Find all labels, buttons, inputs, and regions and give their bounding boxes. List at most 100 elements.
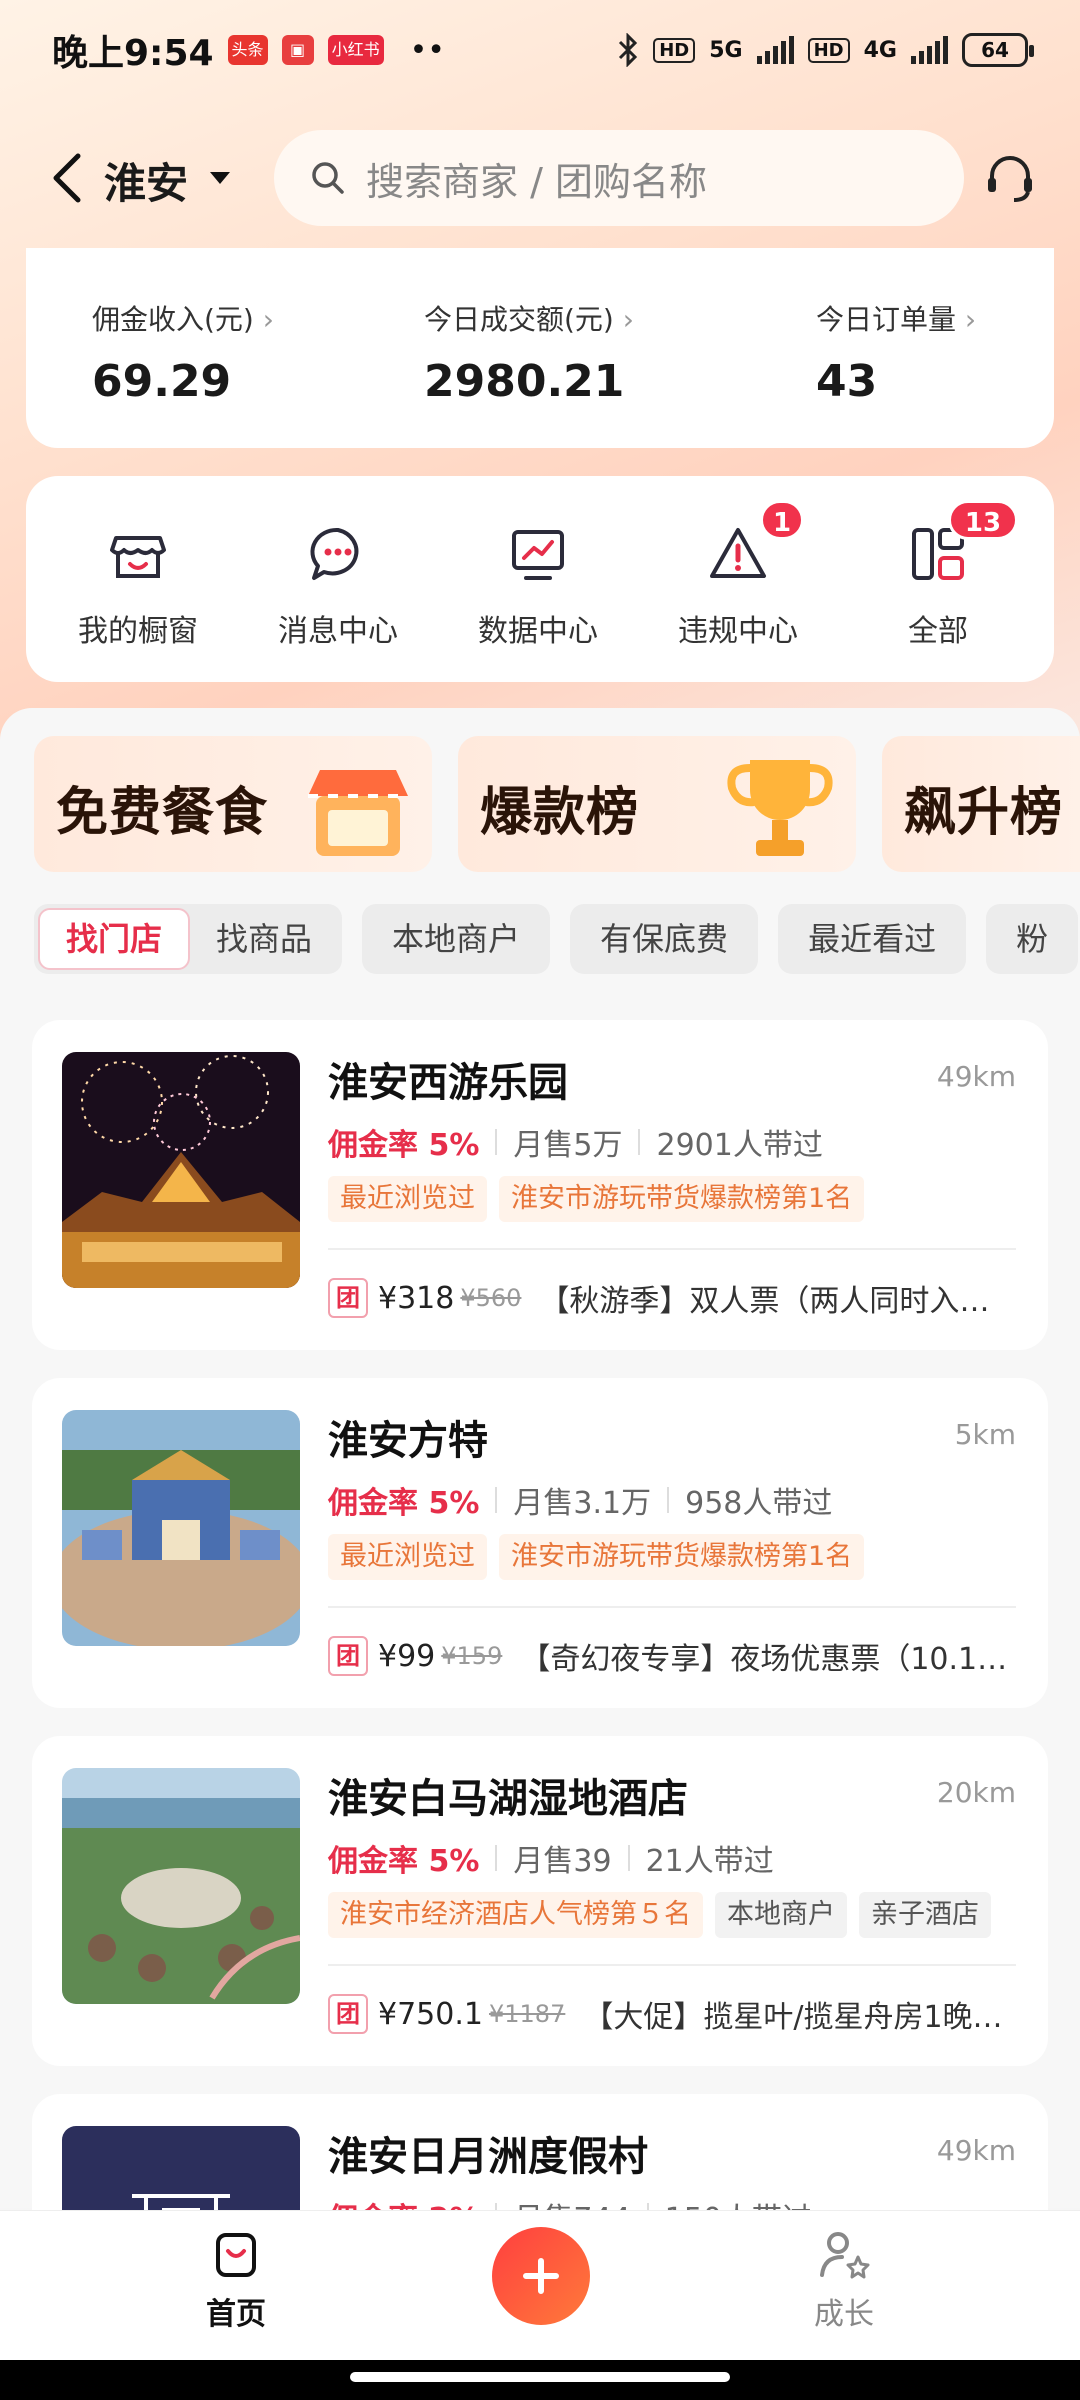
customer-service-icon[interactable] [982,150,1038,206]
quick-item-label: 全部 [908,614,968,649]
bluetooth-icon [619,33,638,67]
group-deal[interactable]: 团 ¥318 ¥560 【秋游季】双人票（两人同时入园） [328,1276,1016,1320]
quick-item-label: 消息中心 [278,614,398,649]
quick-item-all[interactable]: 13 全部 [848,500,1028,650]
store-distance: 5km [954,1418,1016,1451]
store-card[interactable]: 淮安西游乐园 49km 佣金率 5% 月售5万 2901人带过 最近浏览过 淮安… [32,1020,1048,1350]
network-type-1: 5G [709,37,743,63]
commission-rate: 佣金率 5% [328,1844,480,1879]
chip-fans[interactable]: 粉 [986,904,1079,974]
network-type-2: 4G [863,37,897,63]
all-count-badge: 13 [948,500,1018,540]
store-thumbnail [62,1052,300,1288]
banner-title: 飙升榜 [904,783,1064,843]
tab-find-product[interactable]: 找商品 [190,908,338,970]
status-time: 晚上9:54 [52,33,214,74]
divider [328,1964,1016,1966]
commission-rate: 佣金率 5% [328,1486,480,1521]
store-meta: 佣金率 2% 月售744 150人带过 [328,2194,812,2210]
divider [495,2203,498,2210]
store-distance: 20km [936,1776,1016,1809]
add-button[interactable] [492,2227,590,2325]
trophy-icon [727,760,833,856]
group-deal[interactable]: 团 ¥99 ¥159 【奇幻夜专享】夜场优惠票（10.1… [328,1634,1016,1678]
deal-price: ¥99 [378,1638,436,1674]
store-tags: 淮安市经济酒店人气榜第５名 本地商户 亲子酒店 [328,1892,991,1938]
quick-item-message-center[interactable]: 消息中心 [248,522,428,650]
promoter-count: 150人带过 [665,2194,812,2210]
store-name: 淮安白马湖湿地酒店 [328,1776,688,1822]
nav-home[interactable]: 首页 [186,2229,286,2333]
store-meta: 佣金率 5% 月售39 21人带过 [328,1836,774,1880]
today-orders-stat[interactable]: 今日订单量 43 [816,298,976,407]
back-arrow-icon[interactable] [50,152,84,204]
tag: 最近浏览过 [328,1176,487,1222]
store-card[interactable]: 淮安白马湖湿地酒店 20km 佣金率 5% 月售39 21人带过 淮安市经济酒店… [32,1736,1048,2066]
tag: 最近浏览过 [328,1534,487,1580]
battery-icon: 64 [962,33,1034,67]
gesture-bar [0,2360,1080,2400]
hd-icon-2: HD [807,37,850,63]
commission-rate: 佣金率 5% [328,1128,480,1163]
tag: 淮安市游玩带货爆款榜第1名 [499,1534,865,1580]
quick-item-my-showcase[interactable]: 我的橱窗 [48,522,228,650]
group-buy-icon: 团 [328,1278,368,1318]
deal-original-price: ¥1187 [488,2000,566,2028]
home-bag-icon [216,2233,256,2277]
growth-person-star-icon [820,2232,870,2279]
promoter-count: 21人带过 [645,1844,774,1879]
deal-title: 【大促】揽星叶/揽星舟房1晚… [583,2000,1003,2035]
search-input[interactable]: 搜索商家 / 团购名称 [274,130,964,226]
monthly-sales: 月售5万 [513,1128,623,1163]
store-distance: 49km [936,2134,1016,2167]
store-card[interactable]: 淮安日月洲度假村 49km 佣金率 2% 月售744 150人带过 [32,2094,1048,2210]
more-notifications-icon: •• [409,32,445,68]
store-meta: 佣金率 5% 月售3.1万 958人带过 [328,1478,832,1522]
commission-income-stat[interactable]: 佣金收入(元) 69.29 [92,298,274,407]
chip-local-merchant[interactable]: 本地商户 [362,904,551,974]
store-distance: 49km [936,1060,1016,1093]
filter-chips: 找门店 找商品 本地商户 有保底费 最近看过 粉 [34,904,1079,974]
banner-hot-list[interactable]: 爆款榜 [458,736,856,872]
hd-icon: HD [653,37,696,63]
chart-monitor-icon [512,530,564,580]
store-card[interactable]: 淮安方特 5km 佣金率 5% 月售3.1万 958人带过 最近浏览过 淮安市游… [32,1378,1048,1708]
group-deal[interactable]: 团 ¥750.1 ¥1187 【大促】揽星叶/揽星舟房1晚… [328,1992,1016,2036]
quick-item-label: 我的橱窗 [78,614,198,649]
nav-growth[interactable]: 成长 [794,2229,894,2333]
store-meta: 佣金率 5% 月售5万 2901人带过 [328,1120,823,1164]
tag: 淮安市游玩带货爆款榜第1名 [499,1176,865,1222]
chat-bubble-icon [310,527,359,580]
store-thumbnail [62,2126,300,2210]
divider [495,1487,498,1513]
monthly-sales: 月售744 [513,2194,630,2210]
tag: 亲子酒店 [859,1892,991,1938]
today-gmv-stat[interactable]: 今日成交额(元) 2980.21 [424,298,634,407]
store-product-toggle: 找门店 找商品 [34,904,343,974]
deal-price: ¥318 [378,1280,455,1316]
bottom-nav: 首页 成长 [0,2210,1080,2360]
quick-item-label: 数据中心 [478,614,598,649]
store-name: 淮安西游乐园 [328,1060,568,1106]
chevron-down-icon[interactable] [210,172,230,184]
stat-label: 今日订单量 [816,298,976,338]
quick-item-data-center[interactable]: 数据中心 [448,522,628,650]
chip-guaranteed-fee[interactable]: 有保底费 [570,904,759,974]
divider [495,1845,498,1871]
store-thumbnail [62,1410,300,1646]
city-selector[interactable]: 淮安 [104,150,188,211]
tab-find-store[interactable]: 找门店 [38,908,191,970]
tag: 本地商户 [715,1892,847,1938]
chip-recently-viewed[interactable]: 最近看过 [778,904,967,974]
storefront-icon [110,536,166,578]
home-indicator[interactable] [350,2372,730,2382]
banner-rising-list[interactable]: 飙升榜 [882,736,1080,872]
store-name: 淮安方特 [328,1418,488,1464]
stat-label: 今日成交额(元) [424,298,634,338]
quick-item-violation-center[interactable]: 1 违规中心 [648,500,828,650]
stat-label: 佣金收入(元) [92,298,274,338]
quick-item-label: 违规中心 [678,614,798,649]
banner-free-meal[interactable]: 免费餐食 [34,736,432,872]
divider [328,1606,1016,1608]
divider [627,1845,630,1871]
